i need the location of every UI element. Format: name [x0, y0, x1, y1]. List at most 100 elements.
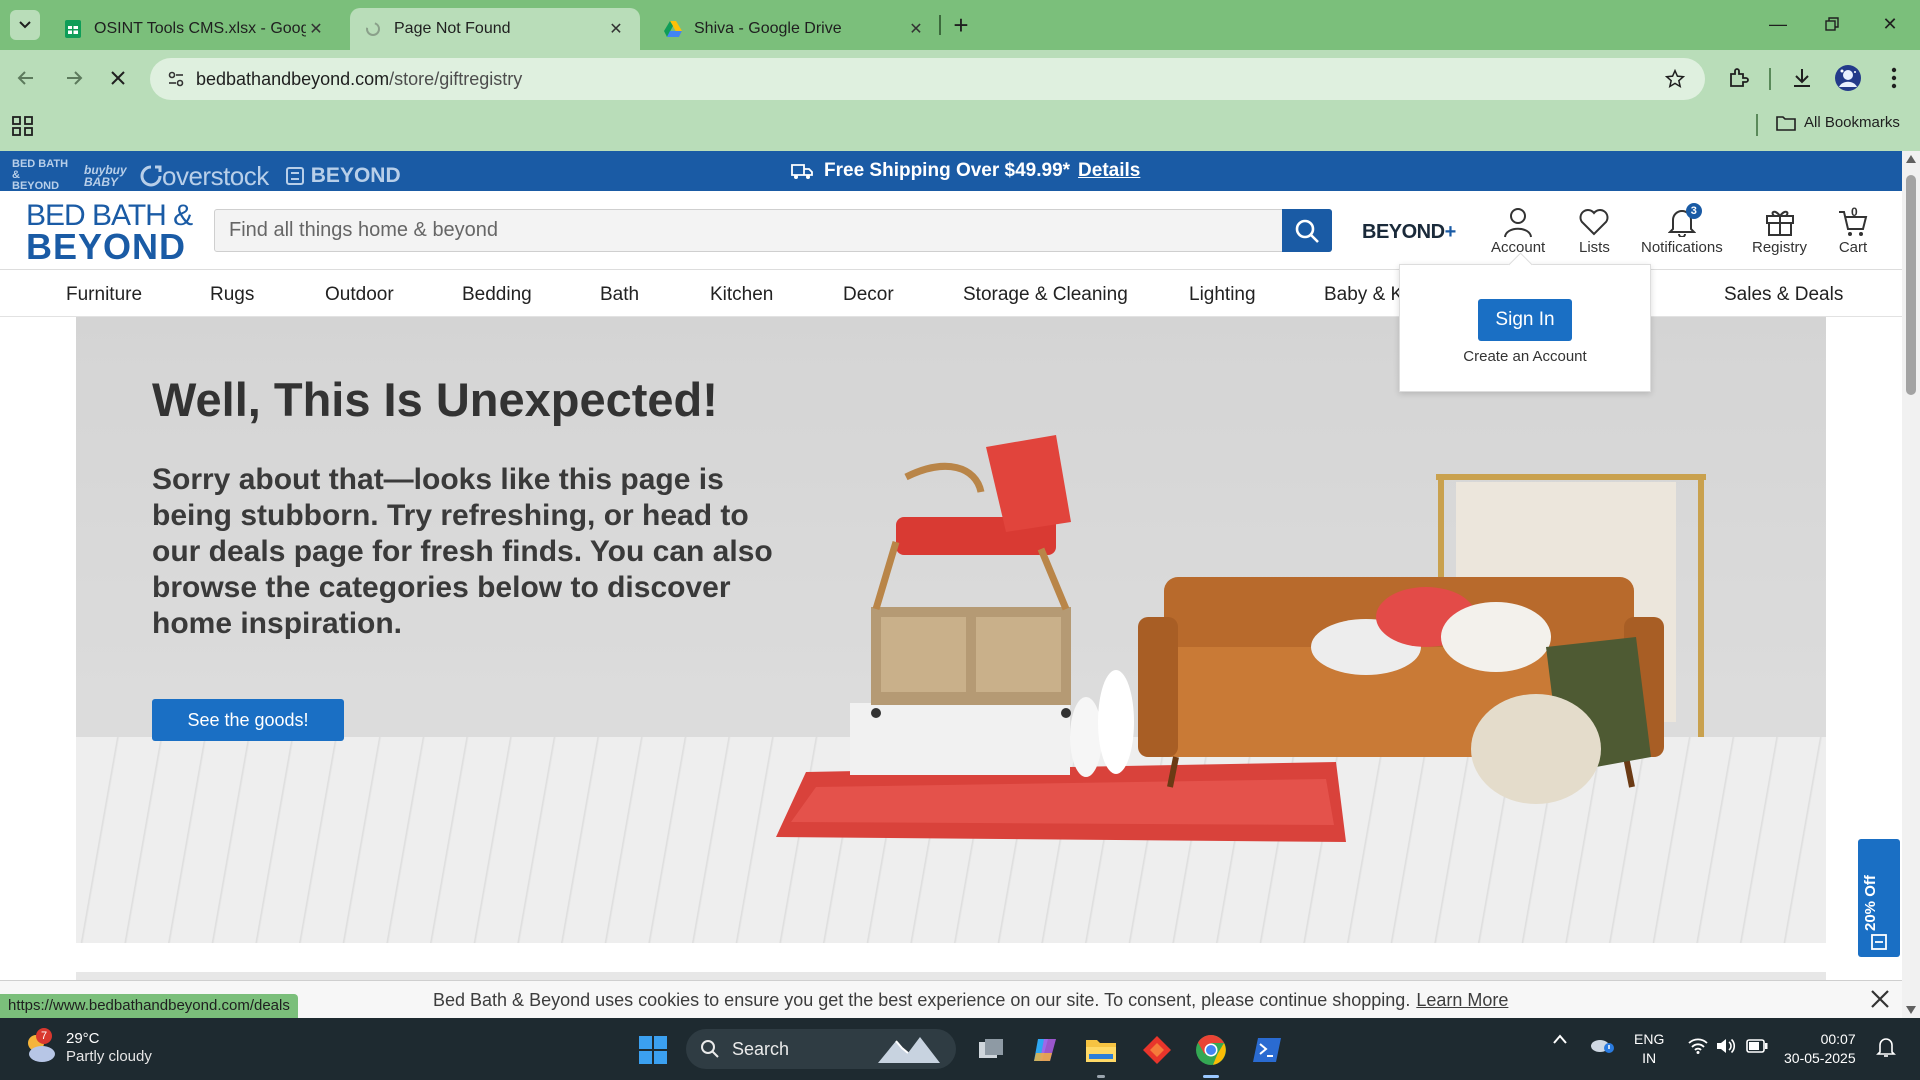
sign-in-button[interactable]: Sign In	[1478, 299, 1572, 341]
category-kitchen[interactable]: Kitchen	[710, 284, 773, 306]
brand-bbb-logo[interactable]: BED BATH & BEYOND	[12, 159, 68, 192]
page-scrollbar[interactable]	[1902, 151, 1920, 1018]
minimize-button[interactable]: —	[1758, 8, 1798, 40]
terminal-icon[interactable]	[1248, 1031, 1286, 1069]
registry-button[interactable]: Registry	[1752, 205, 1807, 256]
cookie-text: Bed Bath & Beyond uses cookies to ensure…	[433, 990, 1411, 1010]
cookie-close-button[interactable]	[1870, 989, 1892, 1011]
site-logo[interactable]: BED BATH & BEYOND	[26, 201, 193, 265]
chevron-up-icon	[1553, 1034, 1567, 1044]
notifications-label: Notifications	[1641, 239, 1723, 256]
category-bedding[interactable]: Bedding	[462, 284, 532, 306]
all-bookmarks-button[interactable]: All Bookmarks	[1776, 114, 1900, 131]
discount-label: 20% Off	[1862, 875, 1879, 931]
page-viewport: BED BATH & BEYOND buybuy BABY overstock …	[0, 151, 1902, 1018]
volume-icon[interactable]	[1716, 1038, 1736, 1057]
restore-button[interactable]	[1812, 8, 1852, 40]
category-storage-cleaning[interactable]: Storage & Cleaning	[963, 284, 1128, 306]
error-hero-banner: Well, This Is Unexpected! Sorry about th…	[76, 317, 1826, 943]
tab-search-button[interactable]	[10, 10, 40, 40]
bookmark-star-icon[interactable]	[1663, 67, 1687, 91]
search-highlight-mountains-icon	[878, 1037, 940, 1063]
category-bath[interactable]: Bath	[600, 284, 639, 306]
extensions-icon[interactable]	[1722, 62, 1754, 94]
copilot-icon[interactable]	[1026, 1031, 1064, 1069]
close-window-button[interactable]: ✕	[1870, 8, 1910, 40]
cookie-message: Bed Bath & Beyond uses cookies to ensure…	[433, 990, 1508, 1011]
tab-page-not-found[interactable]: Page Not Found ✕	[350, 8, 640, 50]
bell-icon: 3	[1667, 203, 1702, 239]
red-app-icon[interactable]	[1138, 1031, 1176, 1069]
site-info-icon[interactable]	[156, 58, 196, 100]
brand-beyond-logo[interactable]: BEYOND	[285, 164, 401, 187]
new-tab-button[interactable]: +	[946, 10, 976, 40]
notifications-button[interactable]: 3 Notifications	[1641, 203, 1723, 256]
discount-side-tab[interactable]: 20% Off	[1858, 839, 1900, 957]
account-button[interactable]: Account	[1491, 205, 1545, 256]
forward-button[interactable]	[56, 60, 92, 96]
discount-text: 20% Off	[1862, 875, 1879, 931]
browser-toolbar: bedbathandbeyond.com/store/giftregistry	[0, 50, 1920, 106]
weather-widget[interactable]: 7 29°C Partly cloudy	[22, 1028, 152, 1066]
search-input[interactable]	[215, 210, 1283, 251]
profile-avatar[interactable]	[1832, 62, 1864, 94]
scroll-down-arrow-icon[interactable]	[1906, 1006, 1916, 1014]
cart-count: 0	[1851, 205, 1858, 219]
beyond-plus-link[interactable]: BEYOND+	[1362, 221, 1456, 244]
language-indicator[interactable]: ENG IN	[1634, 1030, 1664, 1068]
task-view-icon[interactable]	[972, 1031, 1010, 1069]
scrollbar-thumb[interactable]	[1906, 175, 1916, 395]
beyond-mark-icon	[285, 166, 304, 185]
lists-button[interactable]: Lists	[1579, 205, 1610, 256]
brand-overstock-logo[interactable]: overstock	[140, 163, 269, 189]
cart-button[interactable]: 0 Cart	[1838, 205, 1868, 256]
category-baby-kids[interactable]: Baby & K	[1324, 284, 1403, 306]
category-sales-deals[interactable]: Sales & Deals	[1724, 284, 1843, 306]
wifi-icon[interactable]	[1688, 1038, 1708, 1057]
weather-temperature: 29°C	[66, 1030, 100, 1047]
windows-start-icon[interactable]	[634, 1031, 672, 1069]
system-clock[interactable]: 00:07 30-05-2025	[1784, 1030, 1856, 1068]
chrome-icon[interactable]	[1192, 1031, 1230, 1069]
bookmarks-bar: All Bookmarks	[0, 106, 1920, 151]
category-lighting[interactable]: Lighting	[1189, 284, 1256, 306]
tab-google-drive[interactable]: Shiva - Google Drive ✕	[650, 8, 940, 50]
search-icon	[701, 1040, 719, 1058]
clock-date: 30-05-2025	[1784, 1050, 1856, 1066]
heart-icon	[1579, 205, 1609, 239]
url-text: bedbathandbeyond.com/store/giftregistry	[196, 69, 522, 90]
back-button[interactable]	[8, 60, 44, 96]
search-button[interactable]	[1282, 209, 1332, 252]
beyond-plus-label: BEYOND	[1362, 221, 1445, 243]
tab-title: Shiva - Google Drive	[694, 20, 842, 37]
address-bar[interactable]: bedbathandbeyond.com/store/giftregistry	[150, 58, 1705, 100]
close-icon[interactable]: ✕	[606, 19, 626, 39]
taskbar-search[interactable]: Search	[686, 1029, 956, 1069]
menu-kebab-icon[interactable]	[1878, 62, 1910, 94]
download-icon[interactable]	[1786, 62, 1818, 94]
cart-label: Cart	[1838, 239, 1868, 256]
brand-family: BED BATH & BEYOND buybuy BABY overstock …	[12, 159, 401, 192]
stop-loading-button[interactable]	[100, 60, 136, 96]
category-furniture[interactable]: Furniture	[66, 284, 142, 306]
battery-icon[interactable]	[1746, 1039, 1768, 1056]
tab-osint-sheet[interactable]: OSINT Tools CMS.xlsx - Google ✕	[50, 8, 340, 50]
apps-grid-icon[interactable]	[12, 116, 36, 140]
create-account-link[interactable]: Create an Account	[1400, 348, 1650, 365]
category-rugs[interactable]: Rugs	[210, 284, 254, 306]
brand-buybuy-logo[interactable]: buybuy BABY	[84, 164, 127, 188]
site-header: BED BATH & BEYOND BEYOND+ Account Lists	[0, 191, 1902, 270]
scroll-up-arrow-icon[interactable]	[1906, 155, 1916, 163]
category-outdoor[interactable]: Outdoor	[325, 284, 394, 306]
learn-more-link[interactable]: Learn More	[1416, 990, 1508, 1010]
notification-center-icon[interactable]	[1876, 1036, 1896, 1061]
onedrive-icon[interactable]	[1589, 1034, 1615, 1057]
close-icon[interactable]: ✕	[906, 19, 926, 39]
show-hidden-icons[interactable]	[1552, 1032, 1568, 1048]
file-explorer-icon[interactable]	[1082, 1031, 1120, 1069]
see-the-goods-button[interactable]: See the goods!	[152, 699, 344, 741]
shipping-details-link[interactable]: Details	[1078, 160, 1140, 182]
category-decor[interactable]: Decor	[843, 284, 894, 306]
tab-separator	[939, 15, 941, 35]
close-icon[interactable]: ✕	[306, 19, 326, 39]
